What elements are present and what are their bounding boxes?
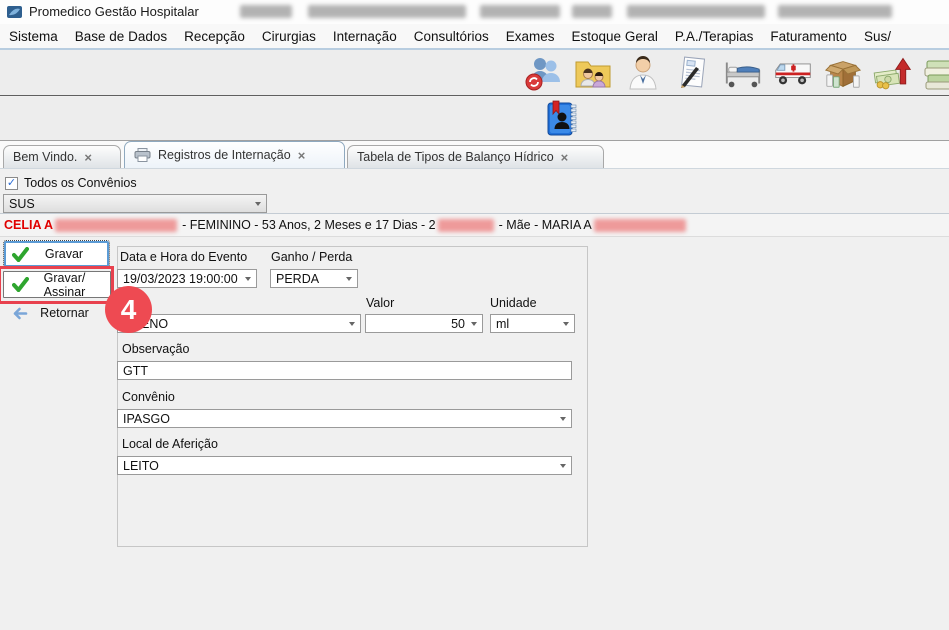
local-afericao-label: Local de Aferição — [122, 437, 218, 451]
ganho-perda-label: Ganho / Perda — [271, 250, 352, 264]
convenio-label: Convênio — [122, 390, 175, 404]
chevron-down-icon — [255, 202, 261, 206]
doctor-icon[interactable] — [623, 55, 663, 91]
data-hora-select[interactable]: 19/03/2023 19:00:00 — [117, 269, 257, 288]
valor-input[interactable]: 50 — [365, 314, 483, 333]
gravar-assinar-button[interactable]: Gravar/ Assinar — [3, 271, 111, 298]
billing-up-icon[interactable] — [873, 55, 913, 91]
close-icon[interactable]: × — [84, 151, 92, 164]
redacted-text — [308, 5, 466, 18]
chevron-down-icon — [563, 322, 569, 326]
menu-base-de-dados[interactable]: Base de Dados — [75, 29, 167, 44]
redacted-text — [572, 5, 612, 18]
patient-name: CELIA A — [4, 218, 53, 232]
unidade-select[interactable]: ml — [490, 314, 575, 333]
app-window: Promedico Gestão Hospitalar Sistema Base… — [0, 0, 949, 630]
chevron-down-icon — [346, 277, 352, 281]
menu-cirurgias[interactable]: Cirurgias — [262, 29, 316, 44]
back-arrow-icon — [11, 307, 28, 320]
redacted-text — [778, 5, 892, 18]
convenios-panel: ✓ Todos os Convênios SUS — [0, 168, 949, 214]
hospital-bed-icon[interactable] — [723, 55, 763, 91]
money-stack-icon[interactable] — [923, 55, 949, 91]
close-icon[interactable]: × — [298, 149, 306, 162]
convenio-select[interactable]: IPASGO — [117, 409, 572, 428]
ganho-perda-select[interactable]: PERDA — [270, 269, 358, 288]
observacao-input[interactable]: GTT — [117, 361, 572, 380]
patient-demographics: - FEMININO - 53 Anos, 2 Meses e 17 Dias … — [182, 218, 436, 232]
chevron-down-icon — [560, 464, 566, 468]
redacted-patient-name — [55, 219, 177, 232]
address-book-icon[interactable] — [546, 100, 578, 138]
check-icon — [12, 277, 29, 292]
local-afericao-select[interactable]: LEITO — [117, 456, 572, 475]
data-hora-label: Data e Hora do Evento — [120, 250, 247, 264]
chevron-down-icon — [471, 322, 477, 326]
patient-mother-label: - Mãe - MARIA A — [499, 218, 592, 232]
menu-sus[interactable]: Sus/ — [864, 29, 891, 44]
menu-internacao[interactable]: Internação — [333, 29, 397, 44]
chevron-down-icon — [245, 277, 251, 281]
patients-folder-icon[interactable] — [573, 55, 613, 91]
menu-recepcao[interactable]: Recepção — [184, 29, 245, 44]
unidade-label: Unidade — [490, 296, 537, 310]
ambulance-icon[interactable] — [773, 55, 813, 91]
tab-registros-de-internacao[interactable]: Registros de Internação × — [124, 141, 345, 168]
observacao-label: Observação — [122, 342, 189, 356]
todos-convenios-label: Todos os Convênios — [24, 176, 137, 190]
stock-box-icon[interactable] — [823, 55, 863, 91]
menu-exames[interactable]: Exames — [506, 29, 555, 44]
redacted-text — [240, 5, 292, 18]
menu-sistema[interactable]: Sistema — [9, 29, 58, 44]
main-toolbar — [0, 50, 949, 96]
tab-bem-vindo[interactable]: Bem Vindo. × — [3, 145, 121, 168]
tab-tabela-balanco-hidrico[interactable]: Tabela de Tipos de Balanço Hídrico × — [347, 145, 604, 168]
chevron-down-icon — [349, 322, 355, 326]
menu-bar: Sistema Base de Dados Recepção Cirurgias… — [0, 24, 949, 50]
todos-convenios-checkbox[interactable]: ✓ — [5, 177, 18, 190]
retornar-button[interactable]: Retornar — [3, 302, 111, 324]
tab-bar: Bem Vindo. × Registros de Internação × T… — [0, 141, 949, 168]
secondary-toolbar — [0, 97, 949, 141]
redacted-text — [480, 5, 560, 18]
redacted-patient-id — [438, 219, 494, 232]
menu-estoque-geral[interactable]: Estoque Geral — [572, 29, 658, 44]
chevron-down-icon — [560, 417, 566, 421]
redacted-mother-name — [594, 219, 686, 232]
balanco-hidrico-groupbox — [117, 246, 588, 547]
promedico-logo-icon — [6, 4, 23, 20]
sync-patients-icon[interactable] — [523, 55, 563, 91]
valor-label: Valor — [366, 296, 394, 310]
patient-info-bar: CELIA A - FEMININO - 53 Anos, 2 Meses e … — [0, 214, 949, 237]
menu-faturamento[interactable]: Faturamento — [770, 29, 847, 44]
tipo-balanco-select[interactable]: DRENO — [117, 314, 361, 333]
window-title: Promedico Gestão Hospitalar — [29, 4, 199, 19]
gravar-button[interactable]: Gravar — [3, 240, 110, 268]
title-bar: Promedico Gestão Hospitalar — [0, 0, 949, 24]
check-icon — [12, 247, 29, 262]
menu-consultorios[interactable]: Consultórios — [414, 29, 489, 44]
document-sign-icon[interactable] — [673, 55, 713, 91]
menu-pa-terapias[interactable]: P.A./Terapias — [675, 29, 754, 44]
convenio-filter-select[interactable]: SUS — [3, 194, 267, 213]
close-icon[interactable]: × — [561, 151, 569, 164]
redacted-text — [627, 5, 765, 18]
printer-icon — [134, 148, 151, 162]
